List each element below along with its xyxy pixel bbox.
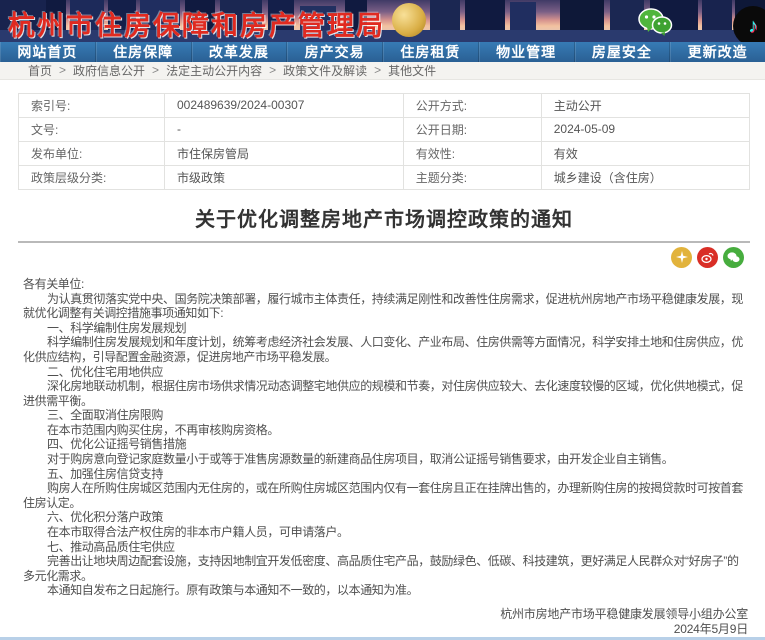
breadcrumb-separator: > (152, 63, 160, 78)
article-heading-5: 五、加强住房信贷支持 (47, 466, 164, 481)
breadcrumb-separator: > (59, 63, 67, 78)
meta-label: 公开日期: (402, 116, 542, 142)
site-banner: 杭州市住房保障和房产管理局 杭州市房产信息网fcj.hangzhou.gov.c… (0, 0, 765, 42)
article-paragraph: 在本市范围内购买住房，不再审核购房资格。 (47, 422, 280, 437)
table-row: 索引号: 002489639/2024-00307 公开方式: 主动公开 (18, 92, 751, 118)
wechat-widget[interactable]: 微信 (633, 6, 677, 42)
article-paragraph: 对于购房意向登记家庭数量小于或等于准售房源数量的新建商品住房项目，取消公证摇号销… (47, 452, 674, 467)
meta-label: 索引号: (18, 92, 165, 118)
meta-label: 有效性: (402, 140, 542, 166)
nav-item-rental[interactable]: 住房租赁 (383, 41, 479, 62)
meta-value-policy-level: 市级政策 (164, 164, 404, 190)
breadcrumb: 首页 > 政府信息公开 > 法定主动公开内容 > 政策文件及解读 > 其他文件 (0, 61, 765, 80)
nav-item-renewal[interactable]: 更新改造 (670, 42, 765, 62)
wechat-icon[interactable] (637, 6, 673, 42)
nav-item-home[interactable]: 网站首页 (0, 41, 96, 62)
title-divider (18, 240, 750, 243)
meta-table: 索引号: 002489639/2024-00307 公开方式: 主动公开 文号:… (18, 92, 751, 190)
meta-value-index-number: 002489639/2024-00307 (164, 92, 404, 118)
article-paragraph: 科学编制住房发展规划和年度计划，统筹考虑经济社会发展、人口变化、产业布局、住房供… (23, 335, 744, 364)
nav-item-property-mgmt[interactable]: 物业管理 (479, 41, 575, 62)
nav-item-housing-security[interactable]: 住房保障 (96, 41, 192, 62)
weibo-icon[interactable] (697, 246, 718, 268)
share-toolbar (18, 246, 750, 271)
article-paragraph: 购房人在所购住房城区范围内无住房的，或在所购住房城区范围内仅有一套住房且正在挂牌… (23, 481, 744, 510)
main-nav: 网站首页 住房保障 改革发展 房产交易 住房租赁 物业管理 房屋安全 更新改造 (0, 41, 765, 62)
meta-label: 文号: (18, 116, 165, 142)
article-paragraph: 为认真贯彻落实党中央、国务院决策部署，履行城市主体责任，持续满足刚性和改善性住房… (23, 291, 744, 321)
article-heading-7: 七、推动高品质住宅供应 (47, 539, 175, 554)
page-title: 关于优化调整房地产市场调控政策的通知 (195, 208, 573, 231)
article-heading-3: 三、全面取消住房限购 (47, 408, 164, 423)
article-salutation: 各有关单位: (23, 276, 84, 291)
site-title: 杭州市住房保障和房产管理局 (8, 11, 385, 41)
article-body: 各有关单位: 为认真贯彻落实党中央、国务院决策部署，履行城市主体责任，持续满足刚… (18, 277, 750, 598)
article-paragraph: 在本市取得合法产权住房的非本市户籍人员，可申请落户。 (47, 525, 349, 540)
meta-label: 公开方式: (402, 92, 542, 118)
douyin-icon[interactable]: ♪ (733, 6, 765, 42)
meta-value-publisher: 市住保房管局 (164, 140, 404, 166)
douyin-widget[interactable]: ♪ 抖音 (729, 6, 765, 42)
signature-block: 杭州市房地产市场平稳健康发展领导小组办公室 2024年5月9日 (18, 607, 750, 637)
signature-date: 2024年5月9日 (673, 622, 748, 636)
meta-value-publish-date: 2024-05-09 (540, 116, 751, 142)
meta-label: 发布单位: (18, 140, 165, 166)
meta-label: 主题分类: (402, 164, 542, 190)
meta-label: 政策层级分类: (18, 164, 165, 190)
article-heading-2: 二、优化住宅用地供应 (47, 364, 164, 379)
meta-value-topic-category: 城乡建设（含住房） (540, 164, 751, 190)
breadcrumb-public-content[interactable]: 法定主动公开内容 (166, 62, 262, 79)
breadcrumb-separator: > (269, 63, 277, 78)
meta-value-validity: 有效 (540, 140, 751, 166)
signature-org: 杭州市房地产市场平稳健康发展领导小组办公室 (500, 607, 748, 621)
breadcrumb-other-docs[interactable]: 其他文件 (388, 62, 436, 79)
document-content: 索引号: 002489639/2024-00307 公开方式: 主动公开 文号:… (0, 79, 765, 637)
breadcrumb-home[interactable]: 首页 (28, 62, 52, 79)
wechat-share-icon[interactable] (723, 246, 744, 268)
article-paragraph: 深化房地联动机制，根据住房市场供求情况动态调整宅地供应的规模和节奏，对住房供应较… (23, 379, 744, 408)
table-row: 发布单位: 市住保房管局 有效性: 有效 (18, 140, 751, 166)
article-heading-4: 四、优化公证摇号销售措施 (47, 437, 187, 452)
meta-value-publicity-method: 主动公开 (540, 92, 751, 118)
breadcrumb-gov-info[interactable]: 政府信息公开 (73, 62, 145, 79)
table-row: 政策层级分类: 市级政策 主题分类: 城乡建设（含住房） (18, 164, 751, 190)
meta-value-doc-number: - (164, 116, 404, 142)
article-paragraph: 本通知自发布之日起施行。原有政策与本通知不一致的，以本通知为准。 (47, 583, 419, 598)
nav-item-transactions[interactable]: 房产交易 (287, 41, 383, 62)
golden-globe-building (392, 2, 426, 37)
article-heading-1: 一、科学编制住房发展规划 (47, 320, 187, 335)
nav-item-reform[interactable]: 改革发展 (192, 41, 288, 62)
breadcrumb-policy-docs[interactable]: 政策文件及解读 (283, 62, 367, 79)
page: 杭州市住房保障和房产管理局 杭州市房产信息网fcj.hangzhou.gov.c… (0, 0, 765, 640)
article-heading-6: 六、优化积分落户政策 (47, 510, 164, 525)
table-row: 文号: - 公开日期: 2024-05-09 (18, 116, 751, 142)
nav-item-building-safety[interactable]: 房屋安全 (575, 41, 671, 62)
share-icon[interactable] (671, 246, 692, 268)
breadcrumb-separator: > (374, 63, 382, 78)
article-paragraph: 完善出让地块周边配套设施，支持因地制宜开发低密度、高品质住宅产品，鼓励绿色、低碳… (23, 554, 739, 583)
